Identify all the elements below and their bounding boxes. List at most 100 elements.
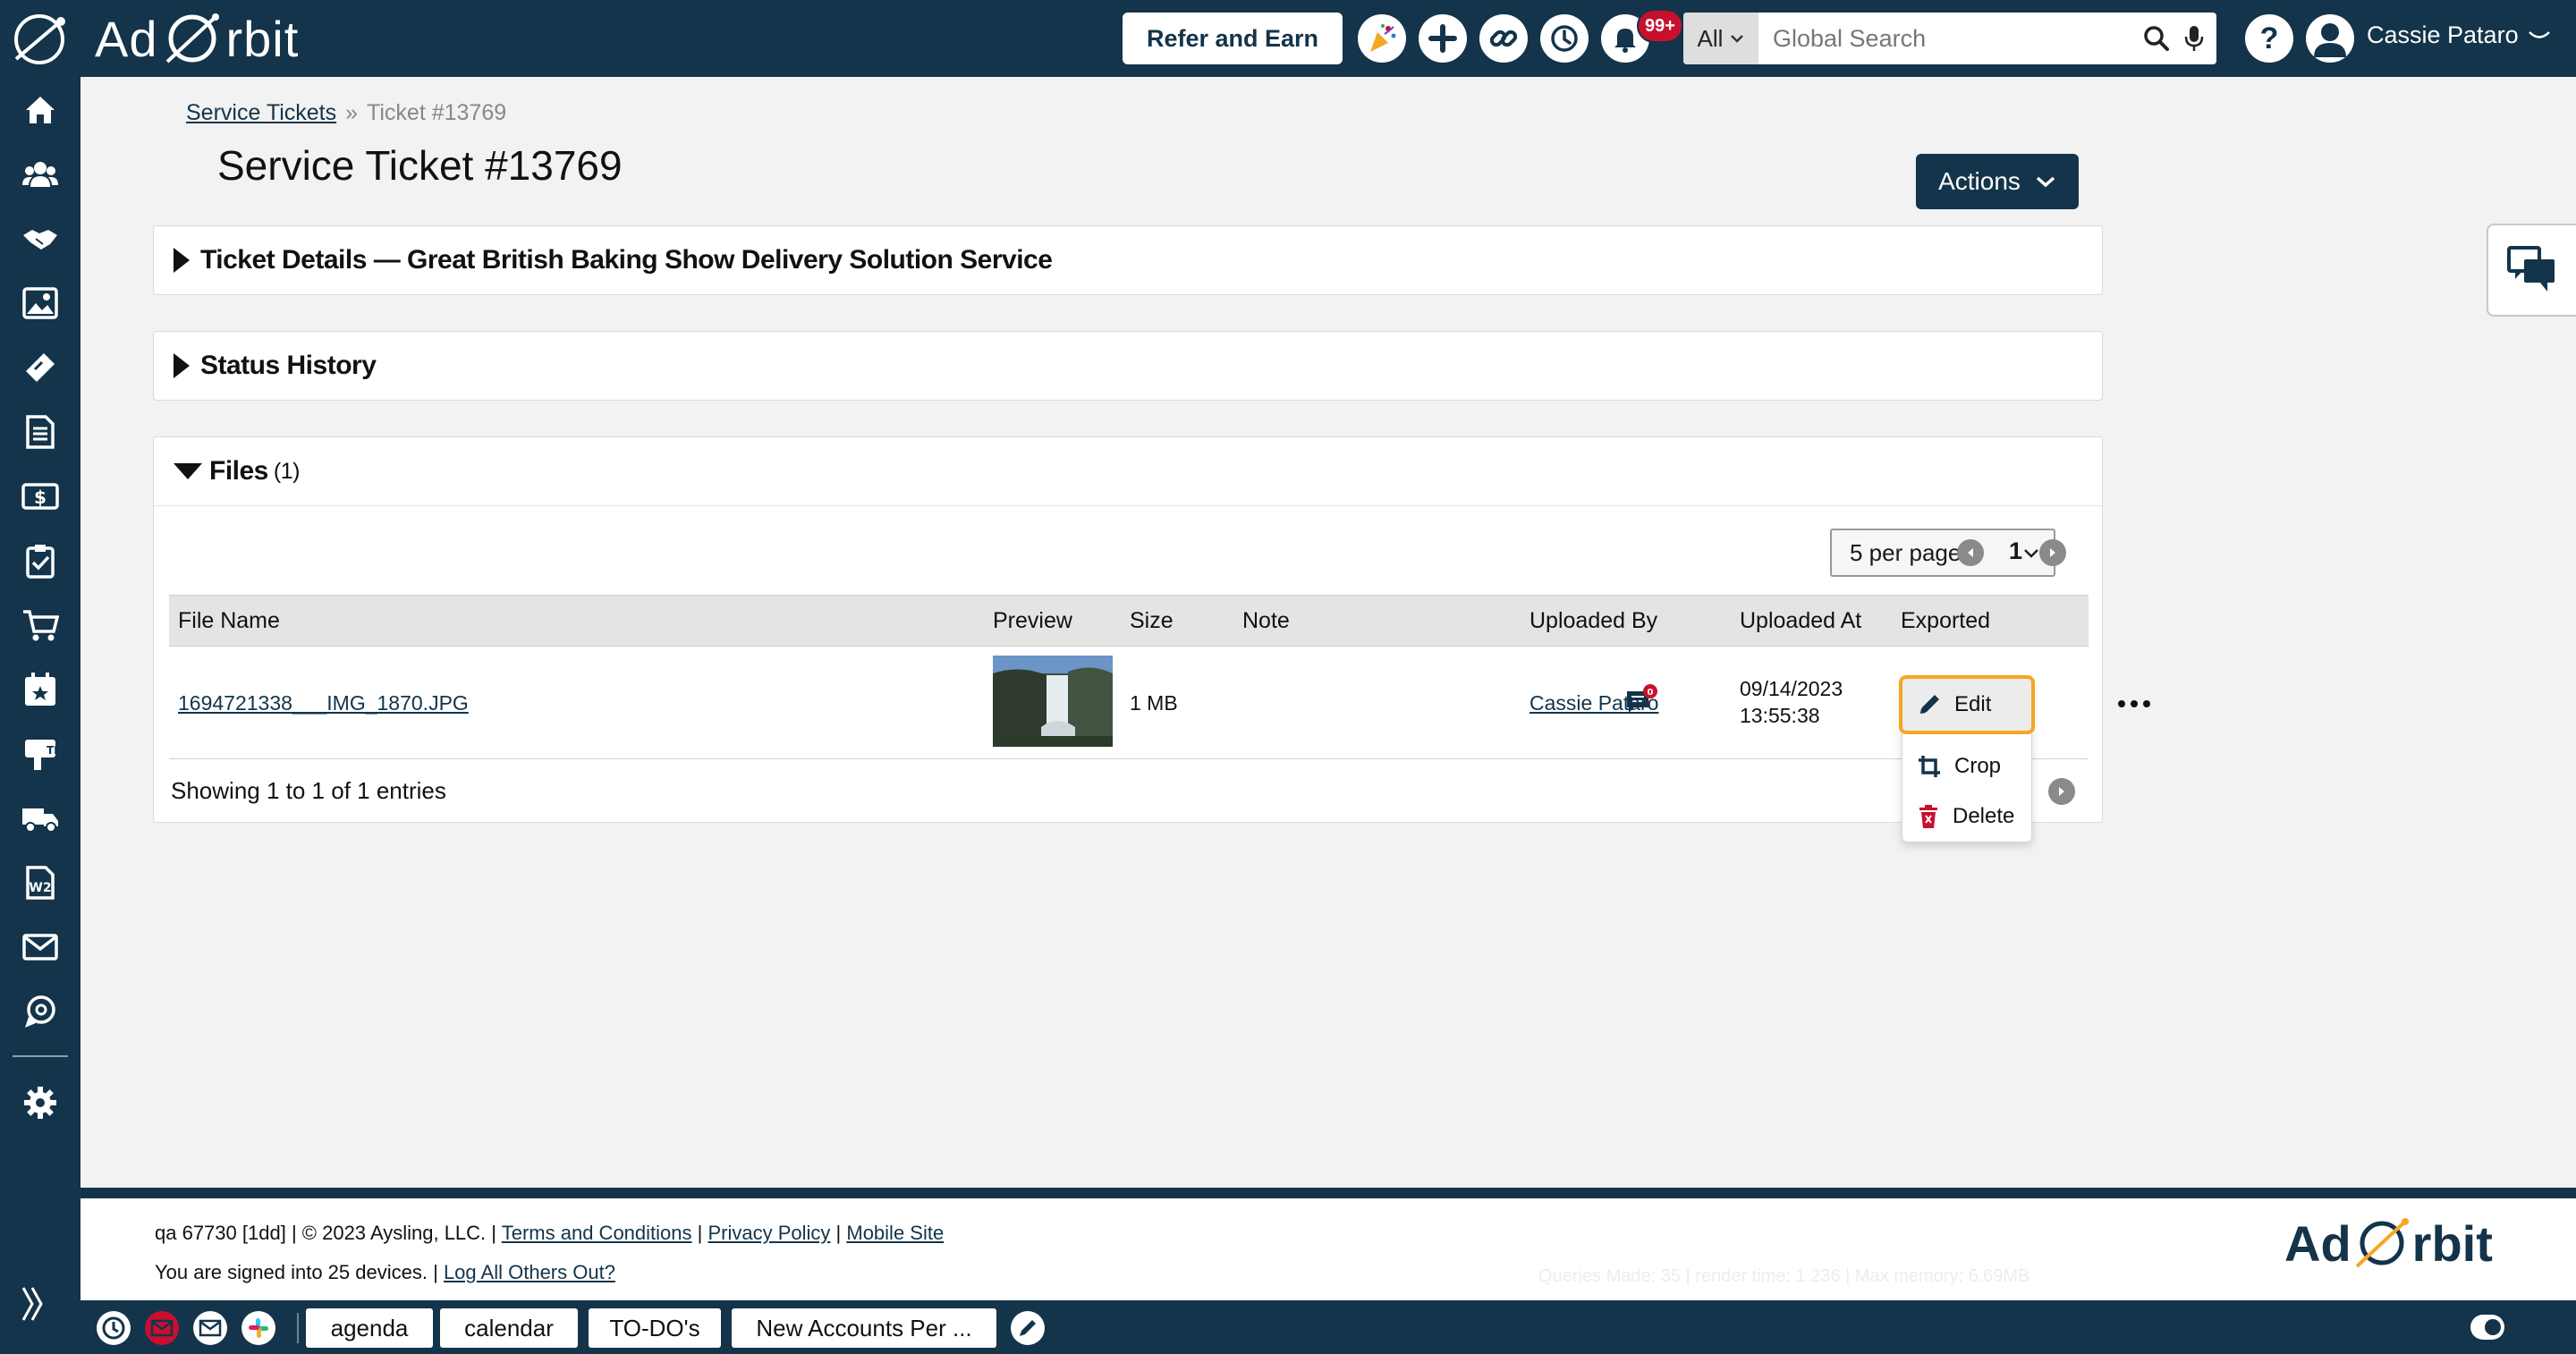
user-name: Cassie Pataro (2367, 21, 2519, 48)
sidebar-item-documents[interactable] (20, 411, 61, 453)
file-name-link[interactable]: 1694721338___IMG_1870.JPG (178, 691, 469, 715)
column-header-exported[interactable]: Exported (1901, 608, 1990, 634)
search-icon[interactable] (2143, 25, 2170, 52)
clipboard-check-icon (26, 545, 55, 579)
privacy-link[interactable]: Privacy Policy (708, 1222, 830, 1244)
sidebar-item-media[interactable] (20, 283, 61, 324)
breadcrumb: Service Tickets » Ticket #13769 (186, 100, 506, 126)
sidebar-item-tasks[interactable] (20, 540, 61, 581)
menu-item-crop[interactable]: Crop (1902, 741, 2033, 791)
history-icon[interactable] (1540, 14, 1589, 63)
tab-new-accounts[interactable]: New Accounts Per ... (732, 1308, 996, 1348)
sidebar-item-tickets[interactable] (20, 347, 61, 388)
truck-icon (22, 808, 58, 833)
tab-todos[interactable]: TO-DO's (589, 1308, 721, 1348)
uploaded-time: 13:55:38 (1740, 704, 1820, 727)
actions-button[interactable]: Actions (1916, 154, 2079, 209)
tab-agenda[interactable]: agenda (306, 1308, 433, 1348)
column-header-file-name[interactable]: File Name (178, 608, 280, 634)
brand-text-right: rbit (225, 10, 300, 67)
sidebar-item-settings[interactable] (20, 1082, 61, 1123)
chat-tab[interactable] (2487, 224, 2576, 317)
sidebar-item-tax-forms[interactable]: W2 (20, 862, 61, 903)
link-icon[interactable] (1479, 14, 1528, 63)
row-actions-dropdown: Edit Crop Delete (1899, 675, 2035, 842)
row-actions-menu-icon[interactable] (2118, 700, 2150, 707)
entries-summary: Showing 1 to 1 of 1 entries (171, 777, 446, 804)
sidebar-item-home[interactable] (20, 89, 61, 131)
celebration-icon[interactable] (1358, 14, 1406, 63)
user-menu[interactable]: Cassie Pataro (2367, 21, 2551, 49)
slack-icon[interactable] (242, 1311, 275, 1345)
log-out-others-link[interactable]: Log All Others Out? (444, 1261, 615, 1283)
next-page-button[interactable] (2039, 539, 2066, 566)
sidebar: $ TP W2 (0, 77, 80, 1354)
time-clock-icon[interactable] (97, 1311, 131, 1345)
column-header-size[interactable]: Size (1130, 608, 1174, 634)
add-icon[interactable] (1419, 14, 1467, 63)
files-table-header: File Name Preview Size Note Uploaded By … (169, 595, 2089, 647)
uploaded-by-link[interactable]: Cassie Pataro (1530, 691, 1658, 715)
breadcrumb-service-tickets-link[interactable]: Service Tickets (186, 100, 336, 126)
microphone-icon[interactable] (2184, 24, 2204, 53)
column-header-uploaded-at[interactable]: Uploaded At (1740, 608, 1861, 634)
brand-logo[interactable]: Ad rbit (95, 4, 299, 73)
mobile-site-link[interactable]: Mobile Site (846, 1222, 944, 1244)
status-history-toggle[interactable]: Status History (154, 332, 2102, 400)
support-icon (25, 995, 55, 1028)
notifications-badge[interactable]: 99+ (1637, 9, 1683, 43)
sidebar-item-signage[interactable]: TP (20, 733, 61, 774)
column-header-note[interactable]: Note (1242, 608, 1290, 634)
pencil-icon (1920, 695, 1939, 714)
breadcrumb-separator: » (345, 100, 359, 125)
tab-calendar[interactable]: calendar (440, 1308, 578, 1348)
footer-logo-right: rbit (2411, 1214, 2493, 1272)
crop-icon (1919, 756, 1940, 777)
avatar[interactable] (2306, 14, 2354, 63)
terms-link[interactable]: Terms and Conditions (502, 1222, 692, 1244)
sidebar-item-deals[interactable] (20, 218, 61, 259)
theme-toggle[interactable] (2470, 1315, 2504, 1340)
footer-separator: | (491, 1222, 497, 1244)
actions-label: Actions (1938, 167, 2021, 195)
expand-sidebar-icon[interactable] (20, 1284, 47, 1333)
chevron-down-icon (2528, 30, 2550, 38)
file-preview-thumbnail[interactable] (993, 656, 1113, 747)
party-popper-icon (1370, 24, 1396, 52)
ticket-details-toggle[interactable]: Ticket Details — Great British Baking Sh… (154, 226, 2102, 294)
footer-logo: Ad rbit (2284, 1213, 2493, 1274)
sidebar-item-mail[interactable] (20, 927, 61, 968)
previous-page-button[interactable] (1957, 539, 1984, 566)
chat-bubbles-icon (2507, 246, 2555, 292)
search-scope-select[interactable]: All (1683, 13, 1758, 64)
edit-shortcuts-icon[interactable] (1011, 1311, 1045, 1345)
w2-form-icon: W2 (26, 866, 55, 900)
global-search-input[interactable] (1758, 13, 2136, 64)
sidebar-item-calendar[interactable] (20, 669, 61, 710)
next-page-bottom-button[interactable] (2048, 778, 2075, 805)
svg-text:W2: W2 (29, 881, 51, 895)
chevron-down-icon (2024, 549, 2038, 558)
menu-item-edit[interactable]: Edit (1899, 675, 2035, 734)
status-history-title: Status History (200, 351, 377, 380)
help-icon[interactable]: ? (2245, 14, 2293, 63)
search-scope-value: All (1697, 24, 1724, 52)
email-alert-icon[interactable] (145, 1311, 179, 1345)
caret-right-icon (174, 248, 190, 273)
sidebar-item-delivery[interactable] (20, 798, 61, 839)
orbit-logo-icon[interactable] (7, 7, 72, 72)
sidebar-item-billing[interactable]: $ (20, 476, 61, 517)
menu-item-delete[interactable]: Delete (1902, 791, 2033, 842)
footer-orbit-icon (2355, 1218, 2409, 1268)
gear-icon (24, 1087, 56, 1119)
column-header-uploaded-by[interactable]: Uploaded By (1530, 608, 1657, 634)
footer-logo-left: Ad (2284, 1214, 2351, 1272)
menu-item-crop-label: Crop (1954, 754, 2002, 778)
files-toggle[interactable]: Files (1) (154, 437, 2102, 505)
message-icon[interactable] (193, 1311, 227, 1345)
refer-and-earn-button[interactable]: Refer and Earn (1123, 13, 1343, 64)
footer-legal: qa 67730 [1dd] | © 2023 Aysling, LLC. | … (155, 1222, 944, 1245)
sidebar-item-support[interactable] (20, 991, 61, 1032)
sidebar-item-customers[interactable] (20, 154, 61, 195)
sidebar-item-orders[interactable] (20, 605, 61, 646)
